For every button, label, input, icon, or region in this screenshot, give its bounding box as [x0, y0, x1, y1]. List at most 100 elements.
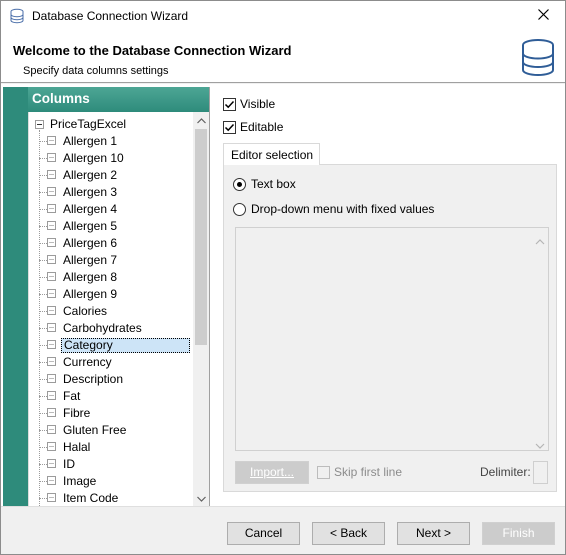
tree-connector — [39, 209, 47, 210]
tree-item[interactable]: Gluten Free — [29, 422, 194, 439]
checkbox-box[interactable] — [223, 120, 236, 134]
tree-connector — [39, 481, 47, 482]
import-button[interactable]: Import... — [235, 461, 309, 484]
radio-circle[interactable] — [233, 202, 246, 216]
editable-checkbox[interactable]: Editable — [223, 120, 283, 134]
back-button[interactable]: < Back — [312, 522, 385, 545]
panel-divider — [209, 87, 210, 506]
tree-item[interactable]: Allergen 9 — [29, 286, 194, 303]
scroll-down-button[interactable] — [193, 490, 209, 506]
delimiter-input[interactable] — [533, 461, 548, 484]
tree-item-label: Allergen 7 — [63, 253, 118, 267]
expand-icon[interactable] — [47, 170, 56, 179]
chevron-up-icon — [196, 113, 206, 127]
tree-item[interactable]: Allergen 10 — [29, 150, 194, 167]
close-button[interactable] — [521, 1, 565, 31]
tree-item[interactable]: Allergen 8 — [29, 269, 194, 286]
expand-icon[interactable] — [47, 187, 56, 196]
tree-item[interactable]: Allergen 2 — [29, 167, 194, 184]
expand-icon[interactable] — [47, 476, 56, 485]
tree-item[interactable]: Halal — [29, 439, 194, 456]
chevron-up-icon — [535, 234, 545, 245]
expand-icon[interactable] — [47, 408, 56, 417]
expand-icon[interactable] — [47, 289, 56, 298]
tree-item-label: Currency — [63, 355, 112, 369]
tree-item[interactable]: Allergen 3 — [29, 184, 194, 201]
tree-item[interactable]: Fat — [29, 388, 194, 405]
tree-connector — [39, 192, 47, 193]
tree-item[interactable]: Allergen 5 — [29, 218, 194, 235]
textbox-radio[interactable]: Text box — [233, 177, 296, 191]
tree-connector — [39, 413, 47, 414]
expand-icon[interactable] — [47, 153, 56, 162]
expand-icon[interactable] — [47, 493, 56, 502]
expand-icon[interactable] — [47, 442, 56, 451]
tree-connector — [39, 260, 47, 261]
next-button[interactable]: Next > — [397, 522, 470, 545]
columns-header: Columns — [28, 87, 209, 112]
expand-icon[interactable] — [47, 391, 56, 400]
tree-item-label: ID — [63, 457, 75, 471]
expand-icon[interactable] — [47, 374, 56, 383]
expand-icon[interactable] — [47, 425, 56, 434]
wizard-footer: Cancel < Back Next > Finish — [1, 506, 565, 554]
skip-first-line-label: Skip first line — [334, 465, 403, 479]
tree-connector — [39, 396, 47, 397]
tree-item[interactable]: Allergen 1 — [29, 133, 194, 150]
tree-connector — [39, 311, 47, 312]
tree-item[interactable]: Fibre — [29, 405, 194, 422]
tree-item[interactable]: Image — [29, 473, 194, 490]
cancel-button[interactable]: Cancel — [227, 522, 300, 545]
tree-item-label: Calories — [63, 304, 108, 318]
expand-icon[interactable] — [47, 221, 56, 230]
skip-first-line-checkbox[interactable]: Skip first line — [317, 465, 402, 479]
finish-button[interactable]: Finish — [482, 522, 555, 545]
scroll-thumb[interactable] — [195, 129, 207, 345]
checkbox-box[interactable] — [317, 465, 330, 479]
expand-icon[interactable] — [47, 306, 56, 315]
tree-item-label: Allergen 10 — [63, 151, 124, 165]
expand-icon[interactable] — [47, 323, 56, 332]
expand-icon[interactable] — [47, 340, 56, 349]
checkbox-box[interactable] — [223, 97, 236, 111]
expand-icon[interactable] — [47, 459, 56, 468]
tree-item[interactable]: Carbohydrates — [29, 320, 194, 337]
tree-scrollbar[interactable] — [193, 112, 209, 506]
collapse-icon[interactable] — [35, 119, 44, 129]
tree-item[interactable]: Allergen 6 — [29, 235, 194, 252]
tree-item-label: Allergen 3 — [63, 185, 118, 199]
expand-icon[interactable] — [47, 255, 56, 264]
tree-item[interactable]: Description — [29, 371, 194, 388]
tree-item-label: Item Code — [63, 491, 119, 505]
tree-connector — [39, 141, 47, 142]
expand-icon[interactable] — [47, 238, 56, 247]
tree-item-label: Gluten Free — [63, 423, 127, 437]
scroll-up-button[interactable] — [193, 112, 209, 128]
dropdown-radio[interactable]: Drop-down menu with fixed values — [233, 202, 434, 216]
tree-connector — [39, 362, 47, 363]
list-scrollbar — [532, 228, 548, 450]
page-subtitle: Specify data columns settings — [23, 65, 169, 77]
tree-item-label: Category — [61, 338, 190, 353]
tree-root[interactable]: PriceTagExcel — [35, 116, 126, 132]
tree-item[interactable]: Item Code — [29, 490, 194, 506]
tree-item[interactable]: Allergen 4 — [29, 201, 194, 218]
expand-icon[interactable] — [47, 204, 56, 213]
tree-item[interactable]: ID — [29, 456, 194, 473]
tree-item-label: Allergen 1 — [63, 134, 118, 148]
columns-tree[interactable]: PriceTagExcel Allergen 1 Allergen 10 Aller… — [28, 112, 209, 506]
visible-checkbox[interactable]: Visible — [223, 97, 275, 111]
tree-item[interactable]: Allergen 7 — [29, 252, 194, 269]
tree-item-label: Image — [63, 474, 97, 488]
tree-item[interactable]: Calories — [29, 303, 194, 320]
expand-icon[interactable] — [47, 272, 56, 281]
teal-strip — [3, 87, 28, 506]
radio-circle[interactable] — [233, 177, 246, 191]
expand-icon[interactable] — [47, 357, 56, 366]
expand-icon[interactable] — [47, 136, 56, 145]
tree-item[interactable]: Category — [29, 337, 194, 354]
tab-editor-selection[interactable]: Editor selection — [223, 143, 320, 165]
tree-item-label: Allergen 6 — [63, 236, 118, 250]
tree-item-label: Allergen 9 — [63, 287, 118, 301]
tree-item[interactable]: Currency — [29, 354, 194, 371]
